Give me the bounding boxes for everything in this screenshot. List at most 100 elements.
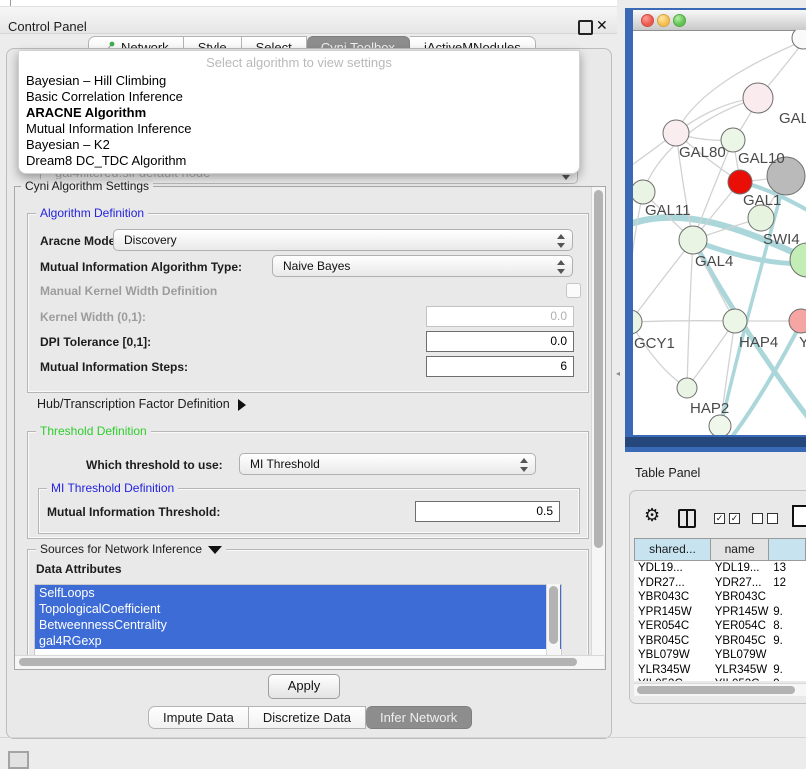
table-cell: YDR27... xyxy=(711,576,770,591)
tab-infer-network[interactable]: Infer Network xyxy=(366,706,472,729)
network-node-hap4[interactable] xyxy=(723,309,747,333)
data-attribute-item[interactable]: gal4RGexp xyxy=(35,633,561,649)
apply-button[interactable]: Apply xyxy=(268,674,340,699)
float-window-icon[interactable] xyxy=(578,20,593,35)
dpi-tolerance-field[interactable]: 0.0 xyxy=(426,331,574,352)
which-threshold-label: Which threshold to use: xyxy=(86,458,223,472)
which-threshold-combo[interactable]: MI Threshold xyxy=(239,453,536,475)
algorithm-option[interactable]: Bayesian – Hill Climbing xyxy=(19,73,579,89)
network-node-gcy1[interactable] xyxy=(633,310,642,334)
column-header-name[interactable]: name xyxy=(711,538,770,561)
network-node[interactable] xyxy=(792,30,806,49)
table-cell: 9. xyxy=(769,677,806,681)
table-hscrollbar xyxy=(634,683,806,696)
tab-impute-data[interactable]: Impute Data xyxy=(148,706,249,729)
table-cell: 8. xyxy=(769,619,806,634)
table-row[interactable]: YLR345WYLR345W9. xyxy=(634,663,806,678)
network-node[interactable] xyxy=(790,243,806,277)
tab-discretize-data[interactable]: Discretize Data xyxy=(249,706,366,729)
unchecked-columns-icon[interactable] xyxy=(767,513,778,524)
panel-title: Control Panel xyxy=(8,19,87,34)
network-node-hap2[interactable] xyxy=(677,378,697,398)
table-row[interactable]: YPR145WYPR145W9. xyxy=(634,605,806,620)
kernel-width-field[interactable]: 0.0 xyxy=(426,306,574,327)
mi-steps-field[interactable]: 6 xyxy=(426,356,574,377)
table-cell: YPR145W xyxy=(634,605,711,620)
algorithm-option[interactable]: Basic Correlation Inference xyxy=(19,89,579,105)
export-table-icon[interactable] xyxy=(792,505,806,527)
zoom-light[interactable] xyxy=(673,14,686,27)
data-attributes-list: SelfLoopsTopologicalCoefficientBetweenne… xyxy=(34,584,562,660)
table-cell: YBR045C xyxy=(711,634,770,649)
unchecked-columns-icon[interactable] xyxy=(752,513,763,524)
table-cell: 12 xyxy=(769,576,806,591)
network-node-gal80[interactable] xyxy=(663,120,689,146)
split-columns-icon[interactable] xyxy=(678,509,696,528)
table-cell: YDR27... xyxy=(634,576,711,591)
mi-threshold-field[interactable]: 0.5 xyxy=(415,501,560,522)
network-window-titlebar[interactable] xyxy=(633,10,806,31)
sources-title-label: Sources for Network Inference xyxy=(40,542,202,556)
sources-title[interactable]: Sources for Network Inference xyxy=(36,542,226,556)
splitter-handle[interactable]: ◂ xyxy=(616,369,623,378)
network-window: GALGAL80GAL10GAL1GAL11GAL4SWI4GCY1HAP4YH… xyxy=(633,10,806,435)
hub-definition-toggle[interactable]: Hub/Transcription Factor Definition xyxy=(37,397,246,411)
table-body: YDL19...YDL19...13YDR27...YDR27...12YBR0… xyxy=(634,561,806,681)
table-hscrollbar-thumb[interactable] xyxy=(637,686,795,694)
table-cell: YDL19... xyxy=(711,561,770,576)
manual-kernel-checkbox[interactable] xyxy=(566,283,581,298)
table-cell: YLR345W xyxy=(634,663,711,678)
settings-hscrollbar-thumb[interactable] xyxy=(19,658,577,666)
table-row[interactable]: YBR045CYBR045C9. xyxy=(634,634,806,649)
algorithm-list: Bayesian – Hill ClimbingBasic Correlatio… xyxy=(19,73,579,169)
mi-type-combo[interactable]: Naive Bayes xyxy=(272,255,573,277)
threshold-definition-group: Threshold Definition Which threshold to … xyxy=(27,431,589,539)
close-light[interactable] xyxy=(641,14,654,27)
network-node[interactable] xyxy=(709,415,731,435)
algorithm-option[interactable]: Mutual Information Inference xyxy=(19,121,579,137)
table-row[interactable]: YBL079WYBL079W xyxy=(634,648,806,663)
window-bottom-shadow xyxy=(625,437,806,447)
column-header-shared[interactable]: shared... xyxy=(634,538,711,561)
attr-list-scrollbar-thumb[interactable] xyxy=(549,586,558,644)
algorithm-option[interactable]: ARACNE Algorithm xyxy=(19,105,579,121)
bottom-tabs: Impute DataDiscretize DataInfer Network xyxy=(148,706,472,729)
network-node-label: HAP2 xyxy=(690,400,729,417)
network-node-label: GAL1 xyxy=(743,192,781,209)
table-row[interactable]: YER054CYER054C8. xyxy=(634,619,806,634)
mi-steps-label: Mutual Information Steps: xyxy=(40,360,188,374)
algorithm-option[interactable]: Bayesian – K2 xyxy=(19,137,579,153)
close-icon[interactable]: ✕ xyxy=(596,17,608,34)
collapsed-arrow-icon xyxy=(238,399,246,411)
gear-icon[interactable]: ⚙ xyxy=(644,505,660,526)
minimize-light[interactable] xyxy=(657,14,670,27)
checked-columns-icon[interactable]: ✓ xyxy=(714,513,725,524)
table-row[interactable]: YDR27...YDR27...12 xyxy=(634,576,806,591)
table-cell: YBR043C xyxy=(711,590,770,605)
data-attribute-item[interactable]: BetweennessCentrality xyxy=(35,617,561,633)
network-node-y[interactable] xyxy=(789,309,806,333)
table-row[interactable]: YBR043CYBR043C xyxy=(634,590,806,605)
network-node-label: GAL80 xyxy=(679,144,726,161)
network-node-gal4[interactable] xyxy=(679,226,707,254)
network-node-gal1[interactable] xyxy=(728,170,752,194)
control-panel-titlebar: Control Panel ✕ xyxy=(0,7,617,34)
algorithm-option[interactable]: Dream8 DC_TDC Algorithm xyxy=(19,153,579,169)
table-header-row: shared...name xyxy=(634,538,806,561)
mi-type-value: Naive Bayes xyxy=(283,259,350,273)
combo-spinner-icon xyxy=(519,458,528,472)
checked-columns-icon[interactable]: ✓ xyxy=(729,513,740,524)
data-attribute-item[interactable]: TopologicalCoefficient xyxy=(35,601,561,617)
network-node-gal11[interactable] xyxy=(633,180,655,204)
column-header[interactable] xyxy=(769,538,806,561)
table-row[interactable]: YDL19...YDL19...13 xyxy=(634,561,806,576)
network-canvas[interactable]: GALGAL80GAL10GAL1GAL11GAL4SWI4GCY1HAP4YH… xyxy=(633,30,806,435)
settings-vscrollbar-thumb[interactable] xyxy=(594,190,603,548)
manual-kernel-label: Manual Kernel Width Definition xyxy=(40,284,217,298)
table-row[interactable]: YIL052CYIL052C9. xyxy=(634,677,806,681)
table-cell xyxy=(769,590,806,605)
aracne-mode-combo[interactable]: Discovery xyxy=(113,229,573,251)
bottom-left-partial-widget[interactable] xyxy=(8,751,29,769)
data-attribute-item[interactable]: SelfLoops xyxy=(35,585,561,601)
network-node-gal[interactable] xyxy=(743,83,773,113)
